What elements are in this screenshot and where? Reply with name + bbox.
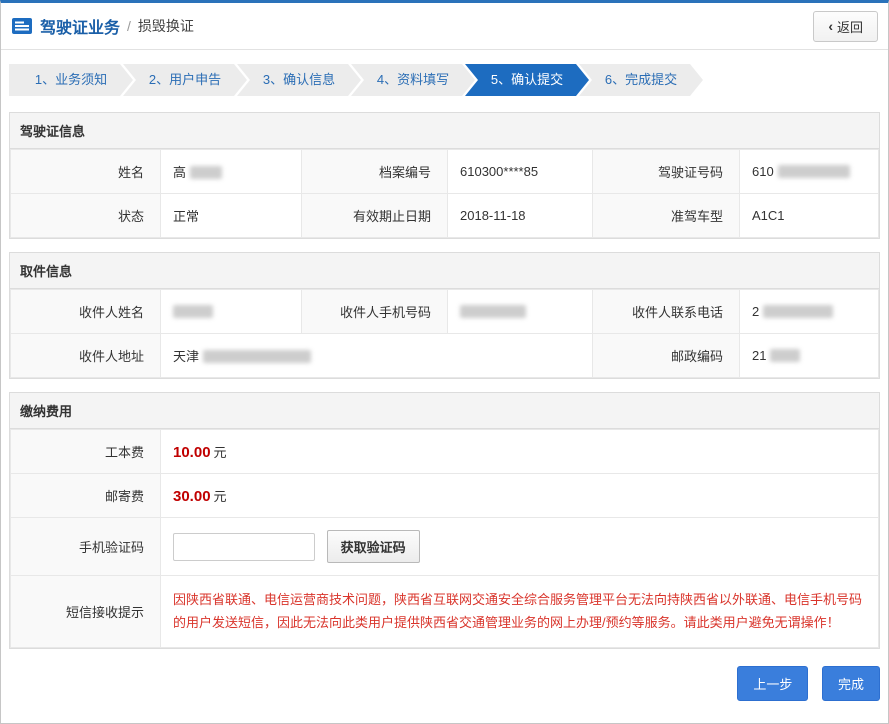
step-5-confirm-submit[interactable]: 5、确认提交	[465, 64, 589, 96]
finish-button[interactable]: 完成	[822, 666, 880, 701]
step-6-complete-submit[interactable]: 6、完成提交	[579, 64, 703, 96]
license-no-value-text: 610	[752, 164, 774, 179]
expiry-label: 有效期止日期	[302, 194, 448, 238]
name-label: 姓名	[11, 150, 161, 194]
footer-actions: 上一步 完成	[1, 662, 888, 723]
step-4-fill-info[interactable]: 4、资料填写	[351, 64, 475, 96]
recipient-tel-label: 收件人联系电话	[593, 290, 740, 334]
pickup-info-section: 取件信息 收件人姓名 收件人手机号码 收件人联系电话 2 收件人地址 天津 邮政…	[9, 252, 880, 379]
redacted-text	[203, 350, 311, 363]
table-row: 姓名 高 档案编号 610300****85 驾驶证号码 610	[11, 150, 879, 194]
zip-value: 21	[740, 334, 879, 378]
fee-section: 缴纳费用 工本费 10.00元 邮寄费 30.00元 手机验证码 获取验证码	[9, 392, 880, 649]
production-fee-value: 10.00元	[161, 430, 879, 474]
license-info-title: 驾驶证信息	[10, 113, 879, 149]
sms-tip-text: 因陕西省联通、电信运营商技术问题，陕西省互联网交通安全综合服务管理平台无法向持陕…	[173, 588, 866, 635]
pickup-info-title: 取件信息	[10, 253, 879, 289]
title-separator: /	[127, 18, 131, 34]
redacted-text	[190, 166, 222, 179]
name-value: 高	[161, 150, 302, 194]
page-title: 驾驶证业务	[40, 14, 120, 38]
get-captcha-button[interactable]: 获取验证码	[327, 530, 420, 563]
production-fee-label: 工本费	[11, 430, 161, 474]
fee-unit: 元	[214, 445, 227, 460]
fee-table: 工本费 10.00元 邮寄费 30.00元 手机验证码 获取验证码 短信接收提示	[10, 429, 879, 648]
step-wizard: 1、业务须知 2、用户申告 3、确认信息 4、资料填写 5、确认提交 6、完成提…	[1, 50, 888, 112]
step-2-user-declaration[interactable]: 2、用户申告	[123, 64, 247, 96]
captcha-cell: 获取验证码	[161, 518, 879, 576]
steps: 1、业务须知 2、用户申告 3、确认信息 4、资料填写 5、确认提交 6、完成提…	[9, 64, 880, 96]
license-no-value: 610	[740, 150, 879, 194]
page-subtitle: 损毁换证	[138, 16, 194, 36]
back-button-label: 返回	[837, 17, 863, 36]
recipient-tel-value-text: 2	[752, 304, 759, 319]
zip-label: 邮政编码	[593, 334, 740, 378]
fee-unit: 元	[214, 489, 227, 504]
back-button[interactable]: ‹ 返回	[813, 11, 878, 42]
redacted-text	[460, 305, 526, 318]
table-row: 收件人地址 天津 邮政编码 21	[11, 334, 879, 378]
mail-fee-label: 邮寄费	[11, 474, 161, 518]
table-row: 短信接收提示 因陕西省联通、电信运营商技术问题，陕西省互联网交通安全综合服务管理…	[11, 576, 879, 648]
license-service-icon	[11, 17, 33, 35]
recipient-mobile-value	[448, 290, 593, 334]
redacted-text	[778, 165, 850, 178]
table-row: 状态 正常 有效期止日期 2018-11-18 准驾车型 A1C1	[11, 194, 879, 238]
fee-section-title: 缴纳费用	[10, 393, 879, 429]
redacted-text	[770, 349, 800, 362]
license-info-section: 驾驶证信息 姓名 高 档案编号 610300****85 驾驶证号码 610 状…	[9, 112, 880, 239]
header-left: 驾驶证业务 / 损毁换证	[11, 14, 194, 38]
file-no-value: 610300****85	[448, 150, 593, 194]
license-no-label: 驾驶证号码	[593, 150, 740, 194]
address-label: 收件人地址	[11, 334, 161, 378]
captcha-label: 手机验证码	[11, 518, 161, 576]
previous-step-button[interactable]: 上一步	[737, 666, 808, 701]
redacted-text	[763, 305, 833, 318]
expiry-value: 2018-11-18	[448, 194, 593, 238]
table-row: 手机验证码 获取验证码	[11, 518, 879, 576]
table-row: 收件人姓名 收件人手机号码 收件人联系电话 2	[11, 290, 879, 334]
vehicle-type-label: 准驾车型	[593, 194, 740, 238]
pickup-info-table: 收件人姓名 收件人手机号码 收件人联系电话 2 收件人地址 天津 邮政编码 21	[10, 289, 879, 378]
zip-value-text: 21	[752, 348, 766, 363]
recipient-name-value	[161, 290, 302, 334]
vehicle-type-value: A1C1	[740, 194, 879, 238]
step-3-confirm-info[interactable]: 3、确认信息	[237, 64, 361, 96]
address-value: 天津	[161, 334, 593, 378]
content: 驾驶证信息 姓名 高 档案编号 610300****85 驾驶证号码 610 状…	[1, 112, 888, 649]
name-value-text: 高	[173, 165, 186, 180]
table-row: 邮寄费 30.00元	[11, 474, 879, 518]
file-no-label: 档案编号	[302, 150, 448, 194]
recipient-tel-value: 2	[740, 290, 879, 334]
header: 驾驶证业务 / 损毁换证 ‹ 返回	[1, 3, 888, 50]
license-info-table: 姓名 高 档案编号 610300****85 驾驶证号码 610 状态 正常 有…	[10, 149, 879, 238]
redacted-text	[173, 305, 213, 318]
page: 驾驶证业务 / 损毁换证 ‹ 返回 1、业务须知 2、用户申告 3、确认信息 4…	[0, 0, 889, 724]
captcha-input[interactable]	[173, 533, 315, 561]
recipient-name-label: 收件人姓名	[11, 290, 161, 334]
status-label: 状态	[11, 194, 161, 238]
table-row: 工本费 10.00元	[11, 430, 879, 474]
sms-tip-label: 短信接收提示	[11, 576, 161, 648]
mail-fee-value: 30.00元	[161, 474, 879, 518]
production-fee-amount: 10.00	[173, 444, 211, 461]
address-value-text: 天津	[173, 349, 199, 364]
recipient-mobile-label: 收件人手机号码	[302, 290, 448, 334]
mail-fee-amount: 30.00	[173, 488, 211, 505]
back-chevron-icon: ‹	[828, 19, 833, 33]
status-value: 正常	[161, 194, 302, 238]
step-1-business-notice[interactable]: 1、业务须知	[9, 64, 133, 96]
sms-tip-cell: 因陕西省联通、电信运营商技术问题，陕西省互联网交通安全综合服务管理平台无法向持陕…	[161, 576, 879, 648]
